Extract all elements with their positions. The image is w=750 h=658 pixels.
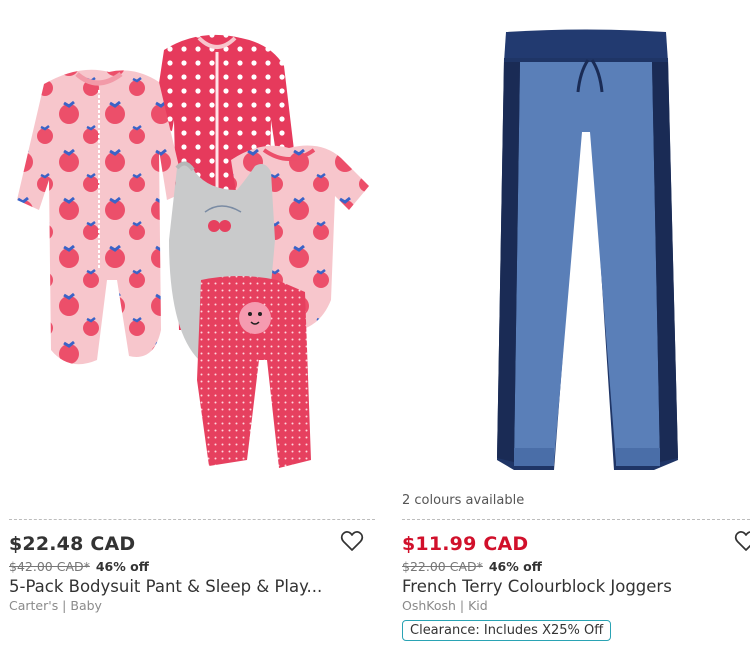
product-image [497, 29, 678, 470]
heart-outline-icon [340, 530, 364, 551]
price-comparison: $42.00 CAD* 46% off [9, 559, 149, 574]
product-title[interactable]: 5-Pack Bodysuit Pant & Sleep & Play... [9, 577, 322, 596]
product-image [17, 34, 369, 468]
product-brand: Carter's | Baby [9, 598, 102, 613]
product-image-5-pack-set[interactable] [9, 0, 377, 490]
divider [402, 519, 750, 520]
wishlist-heart-icon[interactable] [340, 530, 364, 552]
wishlist-heart-icon[interactable] [734, 530, 750, 552]
sale-price: $11.99 CAD [402, 533, 529, 555]
colours-available: 2 colours available [402, 493, 525, 508]
clearance-badge: Clearance: Includes X25% Off [402, 620, 612, 641]
product-brand: OshKosh | Kid [402, 598, 488, 613]
discount-percent: 46% off [488, 559, 542, 574]
product-image-joggers[interactable] [402, 0, 750, 490]
heart-outline-icon [734, 530, 750, 551]
was-price: $22.00 CAD* [402, 559, 483, 574]
was-price: $42.00 CAD* [9, 559, 90, 574]
divider [9, 519, 375, 520]
product-title[interactable]: French Terry Colourblock Joggers [402, 577, 672, 596]
sale-price: $22.48 CAD [9, 533, 136, 555]
price-comparison: $22.00 CAD* 46% off [402, 559, 542, 574]
discount-percent: 46% off [95, 559, 149, 574]
